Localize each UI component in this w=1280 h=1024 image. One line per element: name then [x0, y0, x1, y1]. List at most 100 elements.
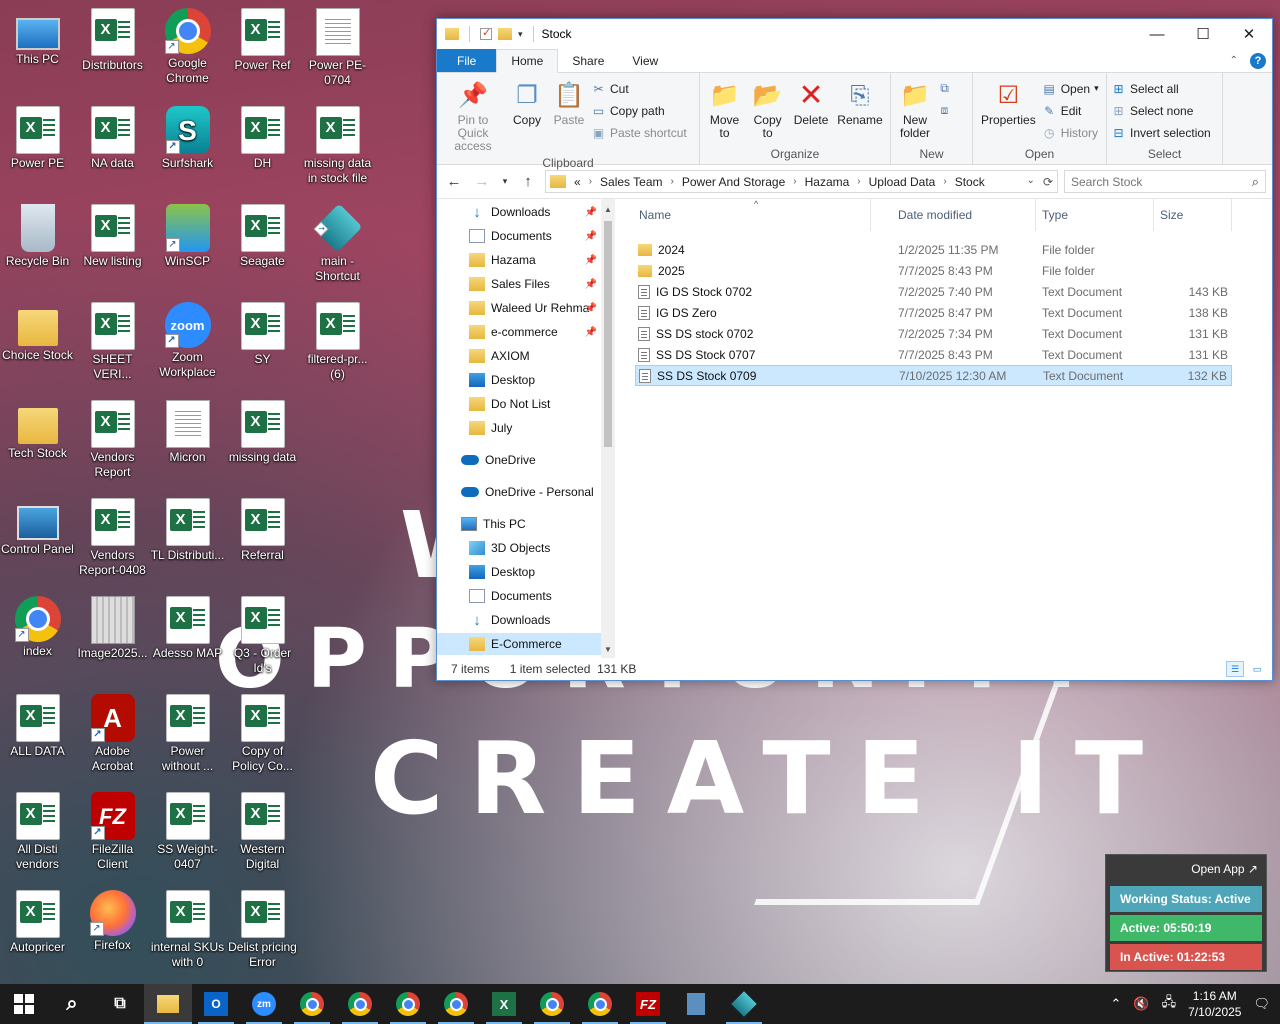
nav-item[interactable]: This PC	[437, 513, 601, 535]
scrollbar-thumb[interactable]	[604, 221, 612, 447]
desktop-icon[interactable]: Power Ref	[225, 8, 300, 73]
taskbar-outlook[interactable]: O	[192, 984, 240, 1024]
taskbar-chrome-5[interactable]	[528, 984, 576, 1024]
search-box[interactable]: ⌕	[1064, 170, 1266, 193]
new-folder-button[interactable]: 📁 New folder	[895, 77, 935, 146]
breadcrumb-separator-icon[interactable]: ›	[589, 176, 592, 187]
desktop-icon[interactable]: Choice Stock	[0, 302, 75, 363]
open-button[interactable]: ▤ Open ▾	[1042, 79, 1099, 98]
navigation-scrollbar[interactable]: ▲ ▼	[601, 199, 615, 658]
nav-item[interactable]: ↓ Downloads	[437, 609, 601, 631]
desktop-icon[interactable]: internal SKUs with 0	[150, 890, 225, 970]
chevron-down-icon[interactable]: ▾	[518, 29, 523, 40]
desktop-icon[interactable]: NA data	[75, 106, 150, 171]
nav-item[interactable]: Documents	[437, 585, 601, 607]
nav-item[interactable]: E-Commerce	[437, 633, 601, 655]
breadcrumb-item[interactable]: Stock	[955, 175, 985, 189]
nav-item[interactable]: Do Not List	[437, 393, 601, 415]
desktop-icon[interactable]: Vendors Report	[75, 400, 150, 480]
desktop-icon[interactable]: Autopricer	[0, 890, 75, 955]
desktop-icon[interactable]: Power PE-0704	[300, 8, 375, 88]
open-app-link[interactable]: Open App ↗	[1106, 855, 1266, 883]
taskbar-app[interactable]	[720, 984, 768, 1024]
properties-button[interactable]: ☑ Properties	[977, 77, 1040, 146]
history-button[interactable]: ◷ History	[1042, 123, 1099, 142]
desktop-icon[interactable]: TL Distributi...	[150, 498, 225, 563]
taskbar-filezilla[interactable]: FZ	[624, 984, 672, 1024]
details-view-icon[interactable]: ☰	[1226, 661, 1244, 677]
minimize-button[interactable]: —	[1134, 19, 1180, 49]
desktop-icon[interactable]: SHEET VERI...	[75, 302, 150, 382]
invert-selection-button[interactable]: ⊟ Invert selection	[1111, 123, 1210, 142]
file-explorer-window[interactable]: ▾ Stock — ☐ ✕ File Home Share View ⌃ ? 📌…	[436, 18, 1273, 681]
title-bar[interactable]: ▾ Stock — ☐ ✕	[437, 19, 1272, 49]
taskbar-chrome-3[interactable]	[384, 984, 432, 1024]
breadcrumb-item[interactable]: Power And Storage	[682, 175, 785, 189]
copy-button[interactable]: ❐ Copy	[507, 77, 547, 155]
nav-item[interactable]: Waleed Ur Rehma 📌	[437, 297, 601, 319]
forward-button[interactable]: →	[471, 173, 493, 190]
task-view-button[interactable]: ⧉	[96, 984, 144, 1024]
nav-item[interactable]: July	[437, 417, 601, 439]
column-header-size[interactable]: Size	[1154, 199, 1232, 231]
refresh-icon[interactable]: ⟳	[1043, 175, 1053, 189]
desktop-icon[interactable]: Distributors	[75, 8, 150, 73]
breadcrumb-separator-icon[interactable]: ›	[671, 176, 674, 187]
search-button[interactable]: ⌕	[48, 984, 96, 1024]
tab-share[interactable]: Share	[558, 49, 618, 72]
desktop-icon[interactable]: Image2025...	[75, 596, 150, 661]
desktop-icon[interactable]: missing data	[225, 400, 300, 465]
file-row[interactable]: SS DS stock 0702 7/2/2025 7:34 PM Text Doc…	[635, 323, 1232, 344]
copy-path-button[interactable]: ▭ Copy path	[591, 101, 687, 120]
clock[interactable]: 1:16 AM 7/10/2025	[1188, 988, 1241, 1020]
breadcrumb-separator-icon[interactable]: ›	[793, 176, 796, 187]
desktop-icon[interactable]: Delist pricing Error	[225, 890, 300, 970]
file-row[interactable]: 2025 7/7/2025 8:43 PM File folder	[635, 260, 1232, 281]
select-all-button[interactable]: ⊞ Select all	[1111, 79, 1211, 98]
nav-item[interactable]: Desktop	[437, 561, 601, 583]
desktop-icon[interactable]: FZFileZilla Client	[75, 792, 150, 872]
desktop-icon[interactable]: SS Weight-0407	[150, 792, 225, 872]
desktop-icon[interactable]: Firefox	[75, 890, 150, 953]
desktop-icon[interactable]: Power without ...	[150, 694, 225, 774]
column-header-date[interactable]: Date modified	[892, 199, 1036, 231]
start-button[interactable]	[0, 984, 48, 1024]
paste-button[interactable]: 📋 Paste	[549, 77, 589, 155]
nav-item[interactable]: Documents 📌	[437, 225, 601, 247]
desktop-icon[interactable]: Q3 - Order Id's	[225, 596, 300, 676]
collapse-ribbon-icon[interactable]: ⌃	[1230, 55, 1238, 66]
close-button[interactable]: ✕	[1226, 19, 1272, 49]
taskbar-zoom[interactable]: zm	[240, 984, 288, 1024]
desktop-icon[interactable]: This PC	[0, 8, 75, 67]
taskbar-chrome-4[interactable]	[432, 984, 480, 1024]
chevron-up-icon[interactable]: ⌃	[1111, 996, 1122, 1012]
desktop-icon[interactable]: Power PE	[0, 106, 75, 171]
nav-item[interactable]: AXIOM	[437, 345, 601, 367]
desktop-icon[interactable]: ALL DATA	[0, 694, 75, 759]
nav-item[interactable]: Hazama 📌	[437, 249, 601, 271]
tab-home[interactable]: Home	[496, 49, 559, 73]
desktop-icon[interactable]: Referral	[225, 498, 300, 563]
breadcrumb-separator-icon[interactable]: ›	[857, 176, 860, 187]
back-button[interactable]: ←	[443, 173, 465, 190]
address-dropdown-icon[interactable]: ⌄	[1027, 175, 1035, 189]
volume-muted-icon[interactable]: 🔇	[1133, 996, 1149, 1012]
desktop-icon[interactable]: Tech Stock	[0, 400, 75, 461]
paste-shortcut-button[interactable]: ▣ Paste shortcut	[591, 123, 687, 142]
recent-locations-button[interactable]: ▾	[499, 176, 511, 187]
desktop-icon[interactable]: WinSCP	[150, 204, 225, 269]
file-row[interactable]: SS DS Stock 0709 7/10/2025 12:30 AM Text D…	[635, 365, 1232, 386]
notifications-icon[interactable]: 🗨	[1253, 996, 1270, 1012]
nav-item[interactable]: OneDrive - Personal	[437, 481, 601, 503]
nav-item[interactable]: ↓ Downloads 📌	[437, 201, 601, 223]
nav-item[interactable]: Sales Files 📌	[437, 273, 601, 295]
taskbar-chrome-2[interactable]	[336, 984, 384, 1024]
file-row[interactable]: SS DS Stock 0707 7/7/2025 8:43 PM Text Doc…	[635, 344, 1232, 365]
desktop-icon[interactable]: Vendors Report-0408	[75, 498, 150, 578]
tab-file[interactable]: File	[437, 49, 497, 72]
move-to-button[interactable]: 📁 Move to	[704, 77, 745, 146]
large-icons-view-icon[interactable]: ▭	[1248, 661, 1266, 677]
help-icon[interactable]: ?	[1250, 52, 1266, 69]
desktop-icon[interactable]: Western Digital	[225, 792, 300, 872]
desktop-icon[interactable]: SY	[225, 302, 300, 367]
